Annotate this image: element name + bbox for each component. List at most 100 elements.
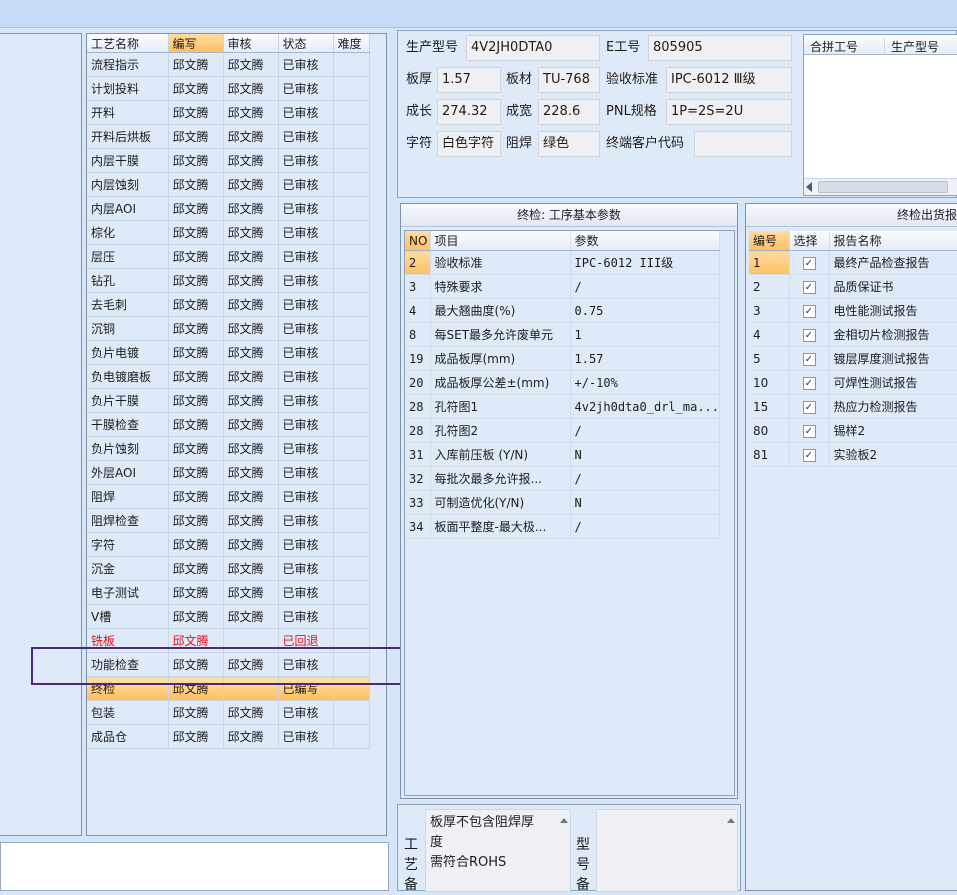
- process-row[interactable]: 电子测试 邱文腾 邱文腾 已审核: [87, 580, 370, 605]
- param-item-cell[interactable]: 孔符图1: [430, 394, 571, 419]
- report-select-cell[interactable]: ✓: [789, 274, 830, 299]
- param-no-cell[interactable]: 2: [405, 250, 431, 275]
- report-row[interactable]: 2 ✓ 品质保证书: [749, 274, 957, 299]
- process-name-cell[interactable]: 计划投料: [87, 76, 169, 101]
- report-name-cell[interactable]: 锡样2: [829, 418, 957, 443]
- difficulty-cell[interactable]: [333, 196, 370, 221]
- report-checkbox[interactable]: ✓: [802, 256, 816, 270]
- reviewer-cell[interactable]: 邱文腾: [223, 580, 279, 605]
- status-cell[interactable]: 已审核: [278, 412, 334, 437]
- process-name-cell[interactable]: 沉金: [87, 556, 169, 581]
- process-name-cell[interactable]: 开料后烘板: [87, 124, 169, 149]
- param-row[interactable]: 33 可制造优化(Y/N) N: [405, 490, 720, 515]
- report-select-cell[interactable]: ✓: [789, 418, 830, 443]
- process-row[interactable]: 负片蚀刻 邱文腾 邱文腾 已审核: [87, 436, 370, 461]
- author-cell[interactable]: 邱文腾: [168, 196, 224, 221]
- reviewer-cell[interactable]: 邱文腾: [223, 724, 279, 749]
- report-row[interactable]: 81 ✓ 实验板2: [749, 442, 957, 467]
- reviewer-cell[interactable]: 邱文腾: [223, 52, 279, 77]
- param-item-cell[interactable]: 验收标准: [430, 250, 571, 275]
- param-row[interactable]: 8 每SET最多允许废单元 1: [405, 322, 720, 347]
- difficulty-cell[interactable]: [333, 244, 370, 269]
- report-name-cell[interactable]: 热应力检测报告: [829, 394, 957, 419]
- param-row[interactable]: 34 板面平整度-最大极... /: [405, 514, 720, 539]
- difficulty-cell[interactable]: [333, 148, 370, 173]
- difficulty-cell[interactable]: [333, 316, 370, 341]
- author-cell[interactable]: 邱文腾: [168, 508, 224, 533]
- author-cell[interactable]: 邱文腾: [168, 556, 224, 581]
- report-checkbox[interactable]: ✓: [802, 280, 816, 294]
- report-no-cell[interactable]: 10: [749, 370, 790, 395]
- difficulty-cell[interactable]: [333, 220, 370, 245]
- reviewer-cell[interactable]: 邱文腾: [223, 436, 279, 461]
- difficulty-cell[interactable]: [333, 100, 370, 125]
- author-cell[interactable]: 邱文腾: [168, 340, 224, 365]
- report-select-cell[interactable]: ✓: [789, 370, 830, 395]
- process-row[interactable]: 棕化 邱文腾 邱文腾 已审核: [87, 220, 370, 245]
- report-row[interactable]: 3 ✓ 电性能测试报告: [749, 298, 957, 323]
- author-cell[interactable]: 邱文腾: [168, 484, 224, 509]
- col-difficulty[interactable]: 难度: [333, 34, 370, 53]
- process-name-cell[interactable]: 阻焊检查: [87, 508, 169, 533]
- report-checkbox[interactable]: ✓: [802, 328, 816, 342]
- author-cell[interactable]: 邱文腾: [168, 364, 224, 389]
- param-value-cell[interactable]: N: [570, 442, 720, 467]
- status-cell[interactable]: 已审核: [278, 220, 334, 245]
- param-row[interactable]: 28 孔符图2/: [405, 418, 720, 443]
- status-cell[interactable]: 已审核: [278, 172, 334, 197]
- report-checkbox[interactable]: ✓: [802, 352, 816, 366]
- status-cell[interactable]: 已审核: [278, 724, 334, 749]
- status-cell[interactable]: 已审核: [278, 52, 334, 77]
- param-no-cell[interactable]: 28: [405, 394, 431, 419]
- difficulty-cell[interactable]: [333, 124, 370, 149]
- process-name-cell[interactable]: 电子测试: [87, 580, 169, 605]
- param-item-cell[interactable]: 成品板厚公差±(mm): [430, 370, 571, 395]
- scroll-left-arrow-icon[interactable]: [806, 182, 812, 192]
- process-row[interactable]: 负电镀磨板 邱文腾 邱文腾 已审核: [87, 364, 370, 389]
- author-cell[interactable]: 邱文腾: [168, 172, 224, 197]
- author-cell[interactable]: 邱文腾: [168, 580, 224, 605]
- scroll-thumb[interactable]: [818, 181, 948, 193]
- param-value-cell[interactable]: /: [570, 514, 720, 539]
- col-author[interactable]: 编写: [168, 34, 224, 53]
- param-row[interactable]: 31 入库前压板 (Y/N) N: [405, 442, 720, 467]
- param-value-cell[interactable]: 0.75: [570, 298, 720, 323]
- report-row[interactable]: 80 ✓ 锡样2: [749, 418, 957, 443]
- param-no-cell[interactable]: 34: [405, 514, 431, 539]
- reviewer-cell[interactable]: 邱文腾: [223, 388, 279, 413]
- process-row[interactable]: V槽 邱文腾 邱文腾 已审核: [87, 604, 370, 629]
- status-cell[interactable]: 已审核: [278, 292, 334, 317]
- author-cell[interactable]: 邱文腾: [168, 52, 224, 77]
- param-item-cell[interactable]: 成品板厚(mm): [430, 346, 571, 371]
- process-row[interactable]: 阻焊检查 邱文腾 邱文腾 已审核: [87, 508, 370, 533]
- process-row[interactable]: 内层干膜 邱文腾 邱文腾 已审核: [87, 148, 370, 173]
- reviewer-cell[interactable]: 邱文腾: [223, 604, 279, 629]
- param-item-cell[interactable]: 可制造优化(Y/N): [430, 490, 571, 515]
- status-cell[interactable]: 已审核: [278, 580, 334, 605]
- reviewer-cell[interactable]: 邱文腾: [223, 340, 279, 365]
- param-item-cell[interactable]: 孔符图2: [430, 418, 571, 443]
- difficulty-cell[interactable]: [333, 76, 370, 101]
- report-no-cell[interactable]: 81: [749, 442, 790, 467]
- param-row[interactable]: 2 验收标准 IPC-6012 III级: [405, 250, 720, 275]
- author-cell[interactable]: 邱文腾: [168, 268, 224, 293]
- reviewer-cell[interactable]: 邱文腾: [223, 700, 279, 725]
- param-row[interactable]: 3 特殊要求 /: [405, 274, 720, 299]
- reviewer-cell[interactable]: 邱文腾: [223, 148, 279, 173]
- process-name-cell[interactable]: 干膜检查: [87, 412, 169, 437]
- report-no-cell[interactable]: 4: [749, 322, 790, 347]
- author-cell[interactable]: 邱文腾: [168, 412, 224, 437]
- reviewer-cell[interactable]: 邱文腾: [223, 124, 279, 149]
- difficulty-cell[interactable]: [333, 700, 370, 725]
- difficulty-cell[interactable]: [333, 340, 370, 365]
- status-cell[interactable]: 已审核: [278, 124, 334, 149]
- col-report-no[interactable]: 编号: [749, 231, 790, 251]
- process-row[interactable]: 计划投料 邱文腾 邱文腾 已审核: [87, 76, 370, 101]
- author-cell[interactable]: 邱文腾: [168, 220, 224, 245]
- col-combine-eno[interactable]: 合拼工号: [810, 38, 858, 55]
- scroll-up-arrow-icon[interactable]: [727, 818, 735, 823]
- difficulty-cell[interactable]: [333, 436, 370, 461]
- soldermask-field[interactable]: 绿色: [538, 131, 600, 157]
- process-note-textarea[interactable]: 板厚不包含阻焊厚 度 需符合ROHS: [425, 809, 571, 892]
- report-row[interactable]: 10 ✓ 可焊性测试报告: [749, 370, 957, 395]
